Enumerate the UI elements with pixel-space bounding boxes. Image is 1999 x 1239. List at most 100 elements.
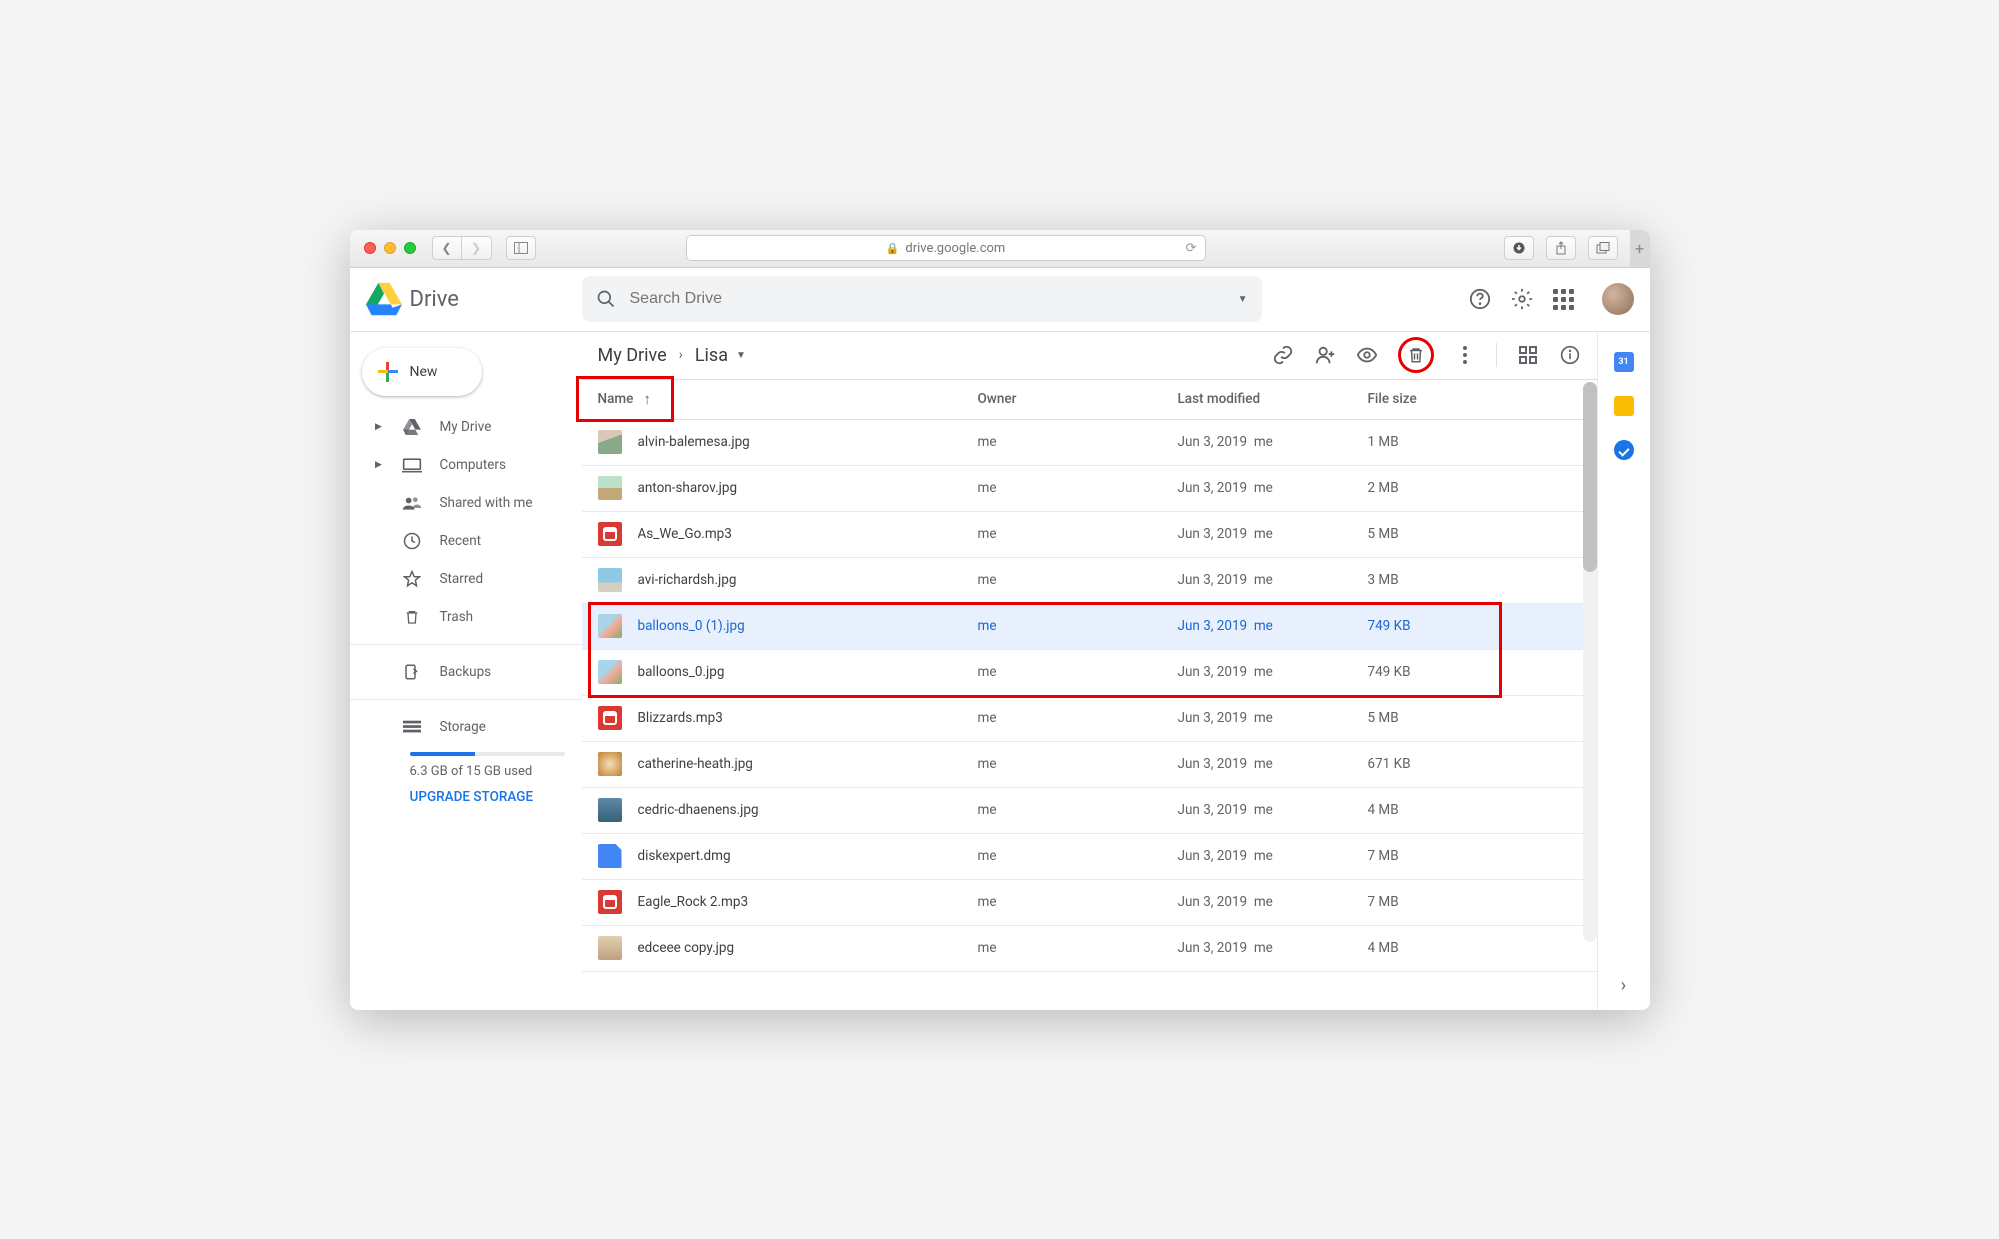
toolbar-actions xyxy=(1272,337,1581,373)
sidebar-item-label: Computers xyxy=(440,457,506,473)
file-size: 4 MB xyxy=(1368,940,1581,956)
file-row[interactable]: Blizzards.mp3meJun 3, 2019 me5 MB xyxy=(582,696,1597,742)
calendar-addon-button[interactable] xyxy=(1614,352,1634,372)
breadcrumb-root[interactable]: My Drive xyxy=(598,345,667,366)
reload-icon[interactable]: ⟳ xyxy=(1186,241,1197,256)
file-name: edceee copy.jpg xyxy=(638,940,978,956)
header-actions xyxy=(1468,283,1634,315)
column-header-size[interactable]: File size xyxy=(1368,391,1581,407)
file-row[interactable]: alvin-balemesa.jpgmeJun 3, 2019 me1 MB xyxy=(582,420,1597,466)
file-modified: Jun 3, 2019 me xyxy=(1178,710,1368,726)
search-options-dropdown-icon[interactable]: ▼ xyxy=(1238,294,1248,305)
separator xyxy=(350,644,582,645)
file-owner: me xyxy=(978,572,1178,588)
upgrade-storage-link[interactable]: UPGRADE STORAGE xyxy=(410,789,582,805)
delete-button-highlighted[interactable] xyxy=(1398,337,1434,373)
file-name: cedric-dhaenens.jpg xyxy=(638,802,978,818)
star-icon xyxy=(402,569,422,589)
forward-button[interactable]: ❯ xyxy=(462,236,492,260)
share-person-button[interactable] xyxy=(1314,344,1336,366)
details-button[interactable] xyxy=(1559,344,1581,366)
new-button-label: New xyxy=(410,364,438,380)
apps-button[interactable] xyxy=(1552,287,1576,311)
file-size: 7 MB xyxy=(1368,894,1581,910)
new-button[interactable]: New xyxy=(362,348,482,396)
expand-icon[interactable]: ▶ xyxy=(374,460,384,470)
file-owner: me xyxy=(978,802,1178,818)
browser-window: ❮ ❯ 🔒 drive.google.com ⟳ + xyxy=(350,230,1650,1010)
scrollbar[interactable] xyxy=(1583,382,1597,942)
help-button[interactable] xyxy=(1468,287,1492,311)
file-thumbnail xyxy=(598,890,622,914)
file-owner: me xyxy=(978,848,1178,864)
breadcrumb-dropdown-icon[interactable]: ▼ xyxy=(736,350,746,361)
tabs-overview-button[interactable] xyxy=(1588,236,1618,260)
tasks-addon-button[interactable] xyxy=(1614,440,1634,460)
sidebar-item-storage[interactable]: Storage xyxy=(350,708,582,746)
get-link-button[interactable] xyxy=(1272,344,1294,366)
expand-icon[interactable]: ▶ xyxy=(374,422,384,432)
share-button[interactable] xyxy=(1546,236,1576,260)
file-modified: Jun 3, 2019 me xyxy=(1178,664,1368,680)
file-modified: Jun 3, 2019 me xyxy=(1178,756,1368,772)
drive-logo[interactable]: Drive xyxy=(366,281,582,317)
close-window-button[interactable] xyxy=(364,242,376,254)
file-row[interactable]: edceee copy.jpgmeJun 3, 2019 me4 MB xyxy=(582,926,1597,972)
address-bar[interactable]: 🔒 drive.google.com ⟳ xyxy=(686,235,1206,261)
trash-icon xyxy=(1407,345,1425,365)
file-row[interactable]: diskexpert.dmgmeJun 3, 2019 me7 MB xyxy=(582,834,1597,880)
file-modified: Jun 3, 2019 me xyxy=(1178,618,1368,634)
downloads-button[interactable] xyxy=(1504,236,1534,260)
back-button[interactable]: ❮ xyxy=(432,236,462,260)
file-row[interactable]: anton-sharov.jpgmeJun 3, 2019 me2 MB xyxy=(582,466,1597,512)
separator xyxy=(1496,343,1497,367)
sidebar-item-shared[interactable]: Shared with me xyxy=(350,484,582,522)
sidebar-item-label: Trash xyxy=(440,609,474,625)
file-modified: Jun 3, 2019 me xyxy=(1178,526,1368,542)
column-header-owner[interactable]: Owner xyxy=(978,391,1178,407)
sidebar-item-starred[interactable]: Starred xyxy=(350,560,582,598)
file-row[interactable]: As_We_Go.mp3meJun 3, 2019 me5 MB xyxy=(582,512,1597,558)
keep-addon-button[interactable] xyxy=(1614,396,1634,416)
account-avatar[interactable] xyxy=(1602,283,1634,315)
sidebar-item-computers[interactable]: ▶ Computers xyxy=(350,446,582,484)
column-header-modified[interactable]: Last modified xyxy=(1178,391,1368,407)
search-bar[interactable]: ▼ xyxy=(582,276,1262,322)
breadcrumb-current[interactable]: Lisa xyxy=(695,345,728,366)
file-thumbnail xyxy=(598,430,622,454)
column-header-name[interactable]: Name ↑ xyxy=(598,390,978,408)
settings-button[interactable] xyxy=(1510,287,1534,311)
file-row[interactable]: cedric-dhaenens.jpgmeJun 3, 2019 me4 MB xyxy=(582,788,1597,834)
file-row[interactable]: balloons_0.jpgmeJun 3, 2019 me749 KB xyxy=(582,650,1597,696)
file-name: Blizzards.mp3 xyxy=(638,710,978,726)
preview-button[interactable] xyxy=(1356,344,1378,366)
more-options-button[interactable] xyxy=(1454,344,1476,366)
sidebar-item-recent[interactable]: Recent xyxy=(350,522,582,560)
file-size: 749 KB xyxy=(1368,618,1581,634)
file-thumbnail xyxy=(598,844,622,868)
sort-arrow-up-icon: ↑ xyxy=(643,390,651,408)
main-content: My Drive › Lisa ▼ xyxy=(582,332,1598,1010)
file-modified: Jun 3, 2019 me xyxy=(1178,940,1368,956)
sidebar-item-backups[interactable]: Backups xyxy=(350,653,582,691)
new-tab-button[interactable]: + xyxy=(1630,230,1650,268)
file-row[interactable]: Eagle_Rock 2.mp3meJun 3, 2019 me7 MB xyxy=(582,880,1597,926)
minimize-window-button[interactable] xyxy=(384,242,396,254)
side-panel-expand-button[interactable]: › xyxy=(1614,976,1634,996)
file-thumbnail xyxy=(598,706,622,730)
sidebar-toggle-button[interactable] xyxy=(506,236,536,260)
file-row[interactable]: balloons_0 (1).jpgmeJun 3, 2019 me749 KB xyxy=(582,604,1597,650)
sidebar-item-trash[interactable]: Trash xyxy=(350,598,582,636)
scrollbar-thumb[interactable] xyxy=(1583,382,1597,572)
file-row[interactable]: catherine-heath.jpgmeJun 3, 2019 me671 K… xyxy=(582,742,1597,788)
file-modified: Jun 3, 2019 me xyxy=(1178,894,1368,910)
storage-used-text: 6.3 GB of 15 GB used xyxy=(410,764,582,779)
file-row[interactable]: avi-richardsh.jpgmeJun 3, 2019 me3 MB xyxy=(582,558,1597,604)
file-name: anton-sharov.jpg xyxy=(638,480,978,496)
fullscreen-window-button[interactable] xyxy=(404,242,416,254)
drive-header: Drive ▼ xyxy=(350,268,1650,332)
grid-view-button[interactable] xyxy=(1517,344,1539,366)
sidebar-item-my-drive[interactable]: ▶ My Drive xyxy=(350,408,582,446)
apps-grid-icon xyxy=(1553,289,1574,310)
search-input[interactable] xyxy=(630,290,1224,308)
